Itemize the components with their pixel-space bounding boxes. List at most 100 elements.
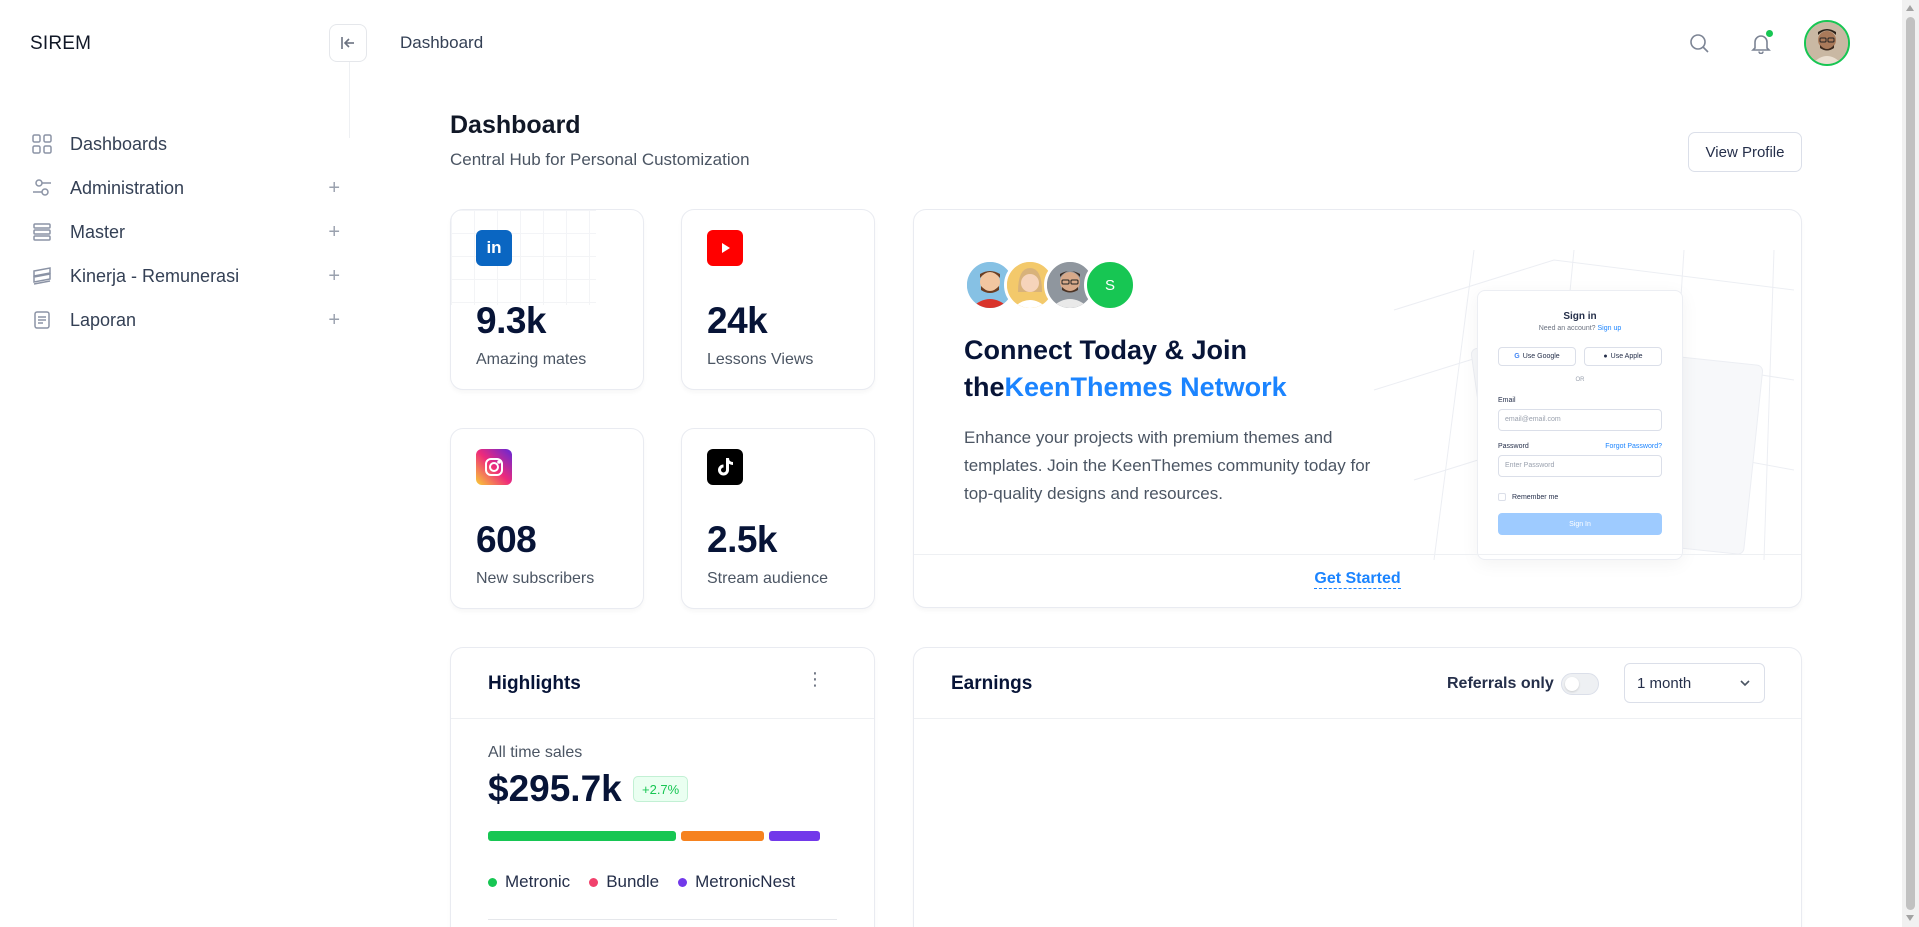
collapse-left-icon (341, 37, 354, 49)
page-title: Dashboard (450, 111, 581, 139)
stack-icon (30, 220, 54, 244)
growth-badge: +2.7% (633, 776, 689, 802)
promo-title: Connect Today & Join theKeenThemes Netwo… (964, 332, 1384, 406)
referrals-toggle[interactable] (1561, 673, 1599, 695)
document-icon (30, 308, 54, 332)
plus-icon[interactable]: + (328, 221, 340, 244)
sidebar: SIREM Dashboards Administration + Master… (0, 0, 350, 927)
stat-card-linkedin: in 9.3k Amazing mates (450, 209, 644, 390)
stat-value: 2.5k (707, 519, 778, 560)
promo-title-prefix: the (964, 372, 1005, 402)
stat-card-tiktok: 2.5k Stream audience (681, 428, 875, 609)
sidebar-item-dashboards[interactable]: Dashboards (30, 122, 340, 166)
or-divider: OR (1575, 377, 1585, 383)
stat-card-instagram: 608 New subscribers (450, 428, 644, 609)
period-select[interactable]: 1 month (1624, 663, 1765, 703)
youtube-icon (707, 230, 743, 266)
remember-checkbox: Remember me (1498, 493, 1558, 501)
linkedin-icon: in (476, 230, 512, 266)
tiktok-icon (707, 449, 743, 485)
checkbox-box (1498, 493, 1506, 501)
email-label: Email (1498, 397, 1516, 404)
sidebar-divider (349, 62, 350, 138)
apple-button-label: Use Apple (1610, 353, 1643, 360)
grid-decoration (451, 210, 596, 305)
plus-icon[interactable]: + (328, 265, 340, 288)
referrals-label: Referrals only (1447, 675, 1554, 692)
signin-subtitle: Need an account? Sign up (1478, 325, 1682, 332)
community-avatars: S (964, 259, 1136, 311)
email-field: email@email.com (1498, 409, 1662, 431)
sales-label: All time sales (488, 744, 583, 761)
legend-label: MetronicNest (695, 872, 796, 891)
view-profile-button[interactable]: View Profile (1688, 132, 1802, 172)
sliders-icon (30, 176, 54, 200)
sidebar-item-label: Dashboards (70, 133, 168, 154)
forgot-password-link: Forgot Password? (1605, 443, 1662, 450)
stat-label: Stream audience (707, 570, 828, 587)
bar-segment (681, 831, 765, 841)
instagram-icon (476, 449, 512, 485)
scrollbar[interactable] (1902, 0, 1919, 927)
legend: Metronic Bundle MetronicNest (488, 872, 814, 892)
sidebar-item-master[interactable]: Master + (30, 210, 340, 254)
highlights-card: Highlights ⋮ All time sales $295.7k +2.7… (450, 647, 875, 927)
scroll-thumb[interactable] (1906, 17, 1915, 910)
password-label: Password (1498, 443, 1529, 450)
brand-logo[interactable]: SIREM (30, 33, 91, 55)
scroll-down-icon[interactable] (1906, 915, 1914, 921)
stat-label: New subscribers (476, 570, 595, 587)
signup-link: Sign up (1597, 325, 1622, 332)
stat-value: 9.3k (476, 300, 547, 341)
notifications-button[interactable] (1741, 23, 1781, 63)
remember-label: Remember me (1512, 493, 1559, 501)
signin-subtitle-text: Need an account? (1538, 325, 1596, 332)
scroll-up-icon[interactable] (1906, 5, 1914, 11)
divider (488, 919, 837, 920)
sidebar-item-administration[interactable]: Administration + (30, 166, 340, 210)
sidebar-nav: Dashboards Administration + Master + Kin… (30, 122, 340, 342)
bar-segment (769, 831, 821, 841)
get-started-link[interactable]: Get Started (1314, 570, 1401, 589)
sidebar-item-kinerja-remunerasi[interactable]: Kinerja - Remunerasi + (30, 254, 340, 298)
sidebar-item-laporan[interactable]: Laporan + (30, 298, 340, 342)
promo-title-accent: KeenThemes Network (1004, 372, 1287, 402)
chevron-down-icon (1740, 680, 1750, 687)
sidebar-item-label: Laporan (70, 309, 137, 330)
promo-card: S Connect Today & Join theKeenThemes Net… (913, 209, 1802, 608)
legend-dot (488, 877, 497, 887)
plus-icon[interactable]: + (328, 177, 340, 200)
stat-label: Lessons Views (707, 351, 814, 368)
sales-value: $295.7k (488, 768, 622, 809)
plus-icon[interactable]: + (328, 309, 340, 332)
promo-title-line1: Connect Today & Join (964, 335, 1248, 365)
legend-dot (678, 877, 688, 887)
stat-value: 24k (707, 300, 768, 341)
sidebar-item-label: Kinerja - Remunerasi (70, 265, 240, 286)
stat-label: Amazing mates (476, 351, 587, 368)
layers-icon (30, 264, 54, 288)
legend-item: Bundle (589, 872, 659, 892)
card-title: Highlights (488, 673, 581, 694)
signin-submit: Sign In (1498, 513, 1662, 535)
period-select-value: 1 month (1637, 675, 1692, 692)
sidebar-item-label: Master (70, 221, 126, 242)
grid-icon (30, 132, 54, 156)
avatar[interactable] (1804, 20, 1850, 66)
google-icon: G (1514, 353, 1520, 360)
sidebar-collapse-button[interactable] (329, 24, 367, 62)
signin-preview: Sign in Need an account? Sign up G Use Go… (1477, 290, 1683, 560)
stat-card-youtube: 24k Lessons Views (681, 209, 875, 390)
legend-dot (589, 877, 599, 887)
google-button-label: Use Google (1522, 353, 1560, 360)
more-options-icon[interactable]: ⋮ (806, 670, 824, 688)
search-button[interactable] (1679, 23, 1719, 63)
apple-button: ● Use Apple (1584, 347, 1662, 366)
legend-item: Metronic (488, 872, 570, 892)
signin-title: Sign in (1563, 311, 1597, 322)
legend-label: Bundle (606, 872, 660, 891)
bar-segment (488, 831, 677, 841)
card-header: Highlights ⋮ (451, 648, 874, 719)
apple-icon: ● (1603, 353, 1608, 360)
promo-text: Enhance your projects with premium theme… (964, 428, 1371, 503)
